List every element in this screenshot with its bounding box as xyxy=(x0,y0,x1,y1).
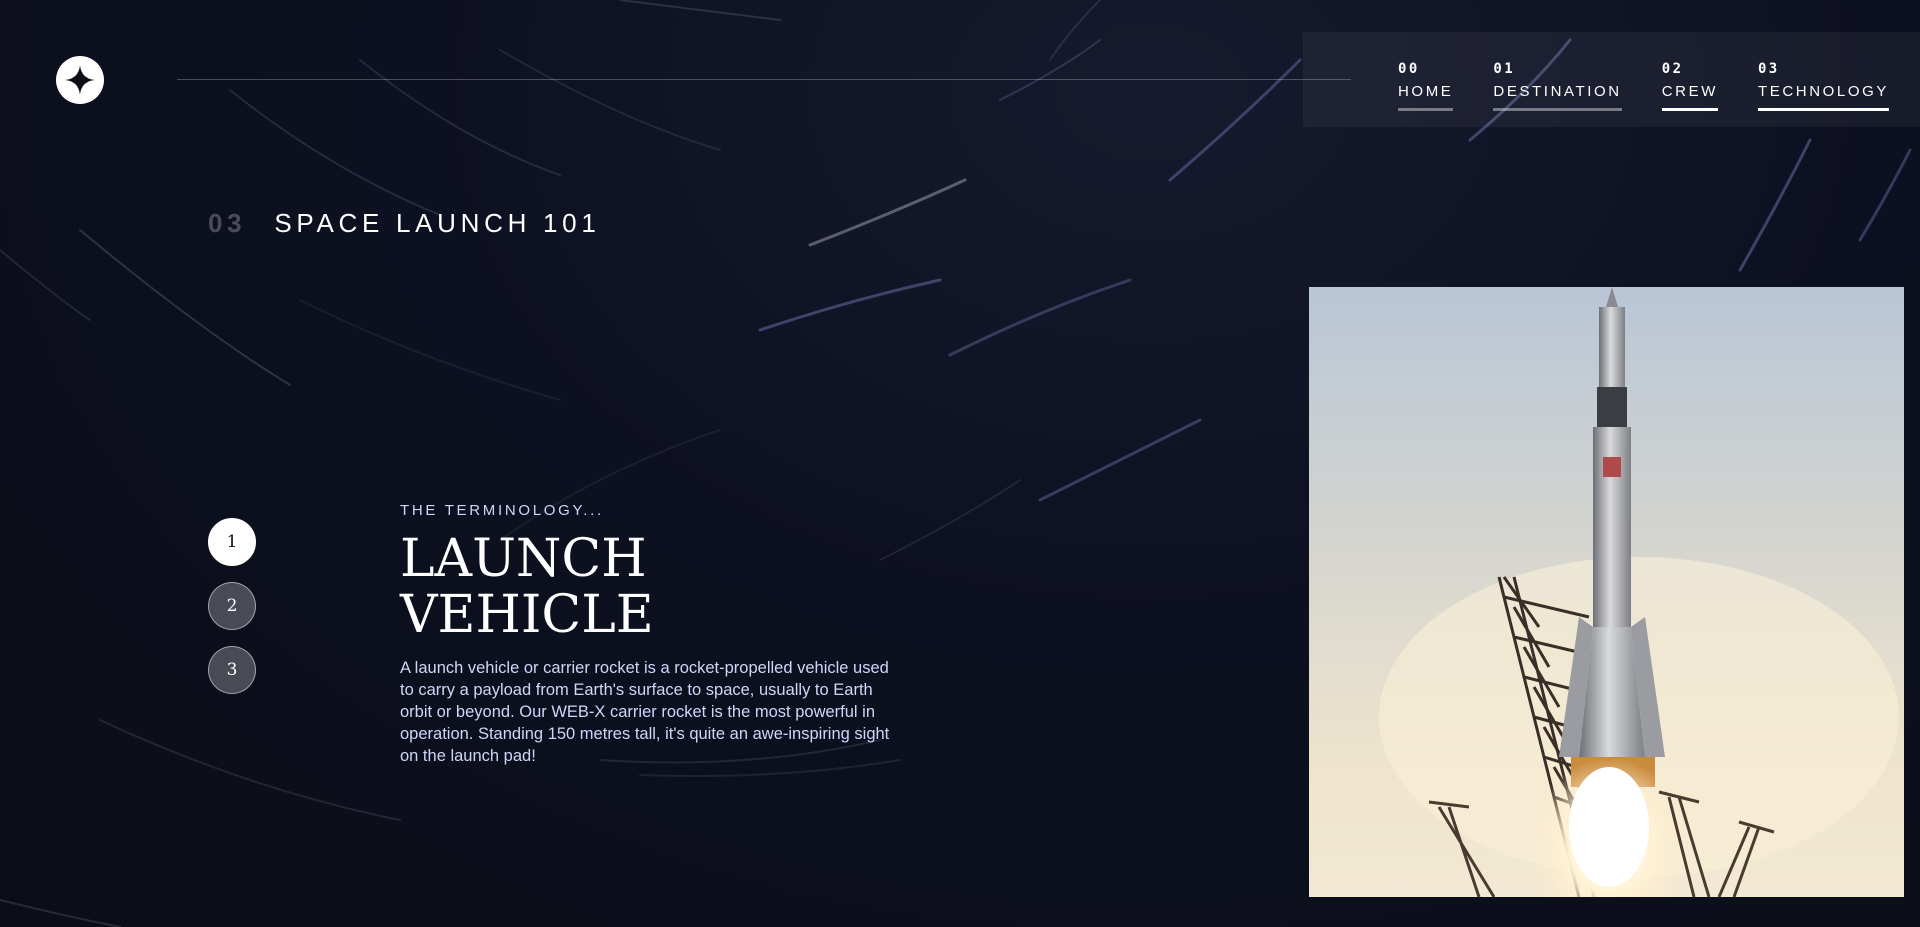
nav-item-label: CREW xyxy=(1661,83,1718,100)
nav-item-label: TECHNOLOGY xyxy=(1757,83,1889,100)
technology-title: LAUNCH VEHICLE xyxy=(400,529,654,646)
nav-item-technology[interactable]: 03 TECHNOLOGY xyxy=(1757,32,1889,127)
star-icon xyxy=(65,65,95,95)
nav-item-number: 01 xyxy=(1493,61,1516,77)
nav-item-number: 02 xyxy=(1661,61,1684,77)
nav-item-home[interactable]: 00 HOME xyxy=(1398,32,1454,127)
nav-item-number: 03 xyxy=(1757,61,1780,77)
slide-button-2[interactable]: 2 xyxy=(208,582,256,630)
nav-item-underline xyxy=(1493,108,1622,111)
nav-item-underline xyxy=(1398,108,1454,111)
slide-button-1[interactable]: 1 xyxy=(208,518,256,566)
slide-button-3[interactable]: 3 xyxy=(208,646,256,694)
page-title: 03 SPACE LAUNCH 101 xyxy=(208,208,600,239)
logo[interactable] xyxy=(56,56,104,104)
nav-item-label: DESTINATION xyxy=(1493,83,1622,100)
nav-item-crew[interactable]: 02 CREW xyxy=(1661,32,1718,127)
terminology-label: THE TERMINOLOGY... xyxy=(400,502,604,519)
main-nav: 00 HOME 01 DESTINATION 02 CREW 03 TECHNO… xyxy=(1303,32,1920,127)
nav-item-number: 00 xyxy=(1398,61,1420,77)
page-heading-text: SPACE LAUNCH 101 xyxy=(274,208,601,238)
launch-vehicle-image xyxy=(1309,287,1904,897)
nav-item-destination[interactable]: 01 DESTINATION xyxy=(1493,32,1622,127)
rocket-illustration xyxy=(1309,287,1904,897)
page: 00 HOME 01 DESTINATION 02 CREW 03 TECHNO… xyxy=(0,0,1920,927)
nav-item-underline xyxy=(1757,108,1889,111)
technology-content: THE TERMINOLOGY... LAUNCH VEHICLE A laun… xyxy=(400,502,890,767)
header-divider xyxy=(177,79,1351,80)
slide-pagination: 1 2 3 xyxy=(208,518,256,694)
page-index: 03 xyxy=(208,208,247,238)
technology-description: A launch vehicle or carrier rocket is a … xyxy=(400,659,890,766)
nav-item-underline xyxy=(1661,108,1718,111)
nav-item-label: HOME xyxy=(1398,83,1454,100)
